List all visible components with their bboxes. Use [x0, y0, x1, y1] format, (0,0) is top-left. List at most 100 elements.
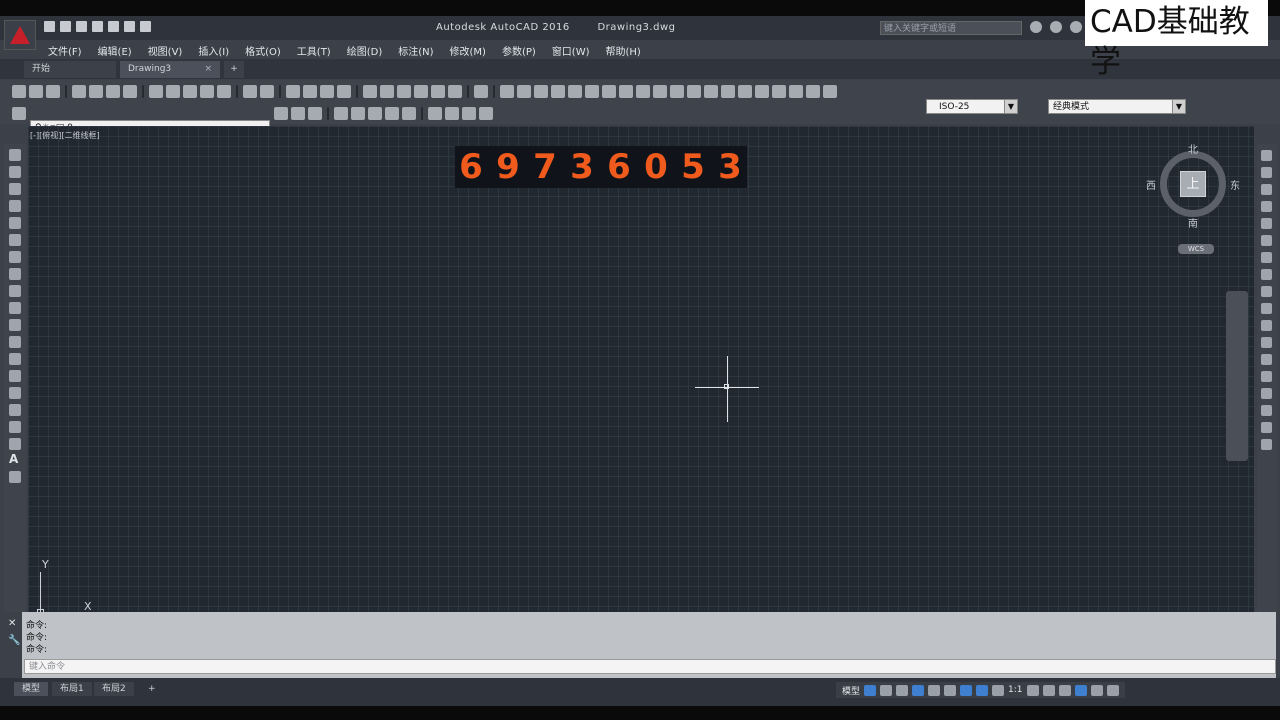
- help-tool-icon[interactable]: [474, 85, 488, 98]
- layer-change-icon[interactable]: [445, 107, 459, 120]
- grid-icon[interactable]: [864, 684, 877, 696]
- match-properties-icon[interactable]: [217, 85, 231, 98]
- hardware-acceleration-icon[interactable]: [1074, 684, 1087, 696]
- menu-format[interactable]: 格式(O): [237, 40, 289, 58]
- jogged-dim-icon[interactable]: [585, 85, 599, 98]
- polyline-icon[interactable]: [9, 183, 21, 195]
- tab-layout2[interactable]: 布局2: [94, 682, 134, 696]
- chevron-down-icon[interactable]: ▼: [1004, 100, 1017, 113]
- mirror-icon[interactable]: [1261, 184, 1272, 195]
- 3d-print-icon[interactable]: [123, 85, 137, 98]
- save-tool-icon[interactable]: [46, 85, 60, 98]
- layer-off-icon[interactable]: [385, 107, 399, 120]
- add-layout-button[interactable]: +: [140, 682, 164, 696]
- ordinate-dim-icon[interactable]: [551, 85, 565, 98]
- viewport-controls[interactable]: [-][俯视][二维线框]: [30, 130, 100, 141]
- insert-block-icon[interactable]: [9, 336, 21, 348]
- compass-north[interactable]: 北: [1188, 141, 1198, 156]
- publish-icon[interactable]: [106, 85, 120, 98]
- close-tab-icon[interactable]: ×: [204, 61, 212, 78]
- arc-length-icon[interactable]: [534, 85, 548, 98]
- inspect-icon[interactable]: [755, 85, 769, 98]
- menu-modify[interactable]: 修改(M): [442, 40, 494, 58]
- chamfer-icon[interactable]: [1261, 388, 1272, 399]
- move-icon[interactable]: [1261, 235, 1272, 246]
- make-block-icon[interactable]: [9, 353, 21, 365]
- preview-icon[interactable]: [89, 85, 103, 98]
- workspace-dropdown[interactable]: 经典模式 ▼: [1048, 99, 1186, 114]
- menu-view[interactable]: 视图(V): [140, 40, 191, 58]
- menu-draw[interactable]: 绘图(D): [339, 40, 391, 58]
- scale-icon[interactable]: [1261, 269, 1272, 280]
- tab-start[interactable]: 开始: [24, 61, 116, 78]
- redo-icon[interactable]: [140, 21, 151, 32]
- close-icon[interactable]: ✕: [8, 618, 22, 629]
- auto-scale-icon[interactable]: [992, 684, 1005, 696]
- chevron-down-icon[interactable]: ▼: [1172, 100, 1185, 113]
- angular-dim-icon[interactable]: [619, 85, 633, 98]
- properties-icon[interactable]: [363, 85, 377, 98]
- copy-base-icon[interactable]: [183, 85, 197, 98]
- snap-icon[interactable]: [880, 684, 893, 696]
- multiline-text-icon[interactable]: A: [9, 452, 26, 466]
- object-snap-icon[interactable]: [960, 684, 973, 696]
- construction-line-icon[interactable]: [9, 166, 21, 178]
- sheet-set-icon[interactable]: [414, 85, 428, 98]
- offset-icon[interactable]: [1261, 201, 1272, 212]
- customization-menu-icon[interactable]: [1106, 684, 1119, 696]
- hatch-icon[interactable]: [9, 387, 21, 399]
- plot-icon[interactable]: [72, 85, 86, 98]
- ellipse-icon[interactable]: [9, 302, 21, 314]
- calculator-icon[interactable]: [448, 85, 462, 98]
- annotation-visibility-icon[interactable]: [976, 684, 989, 696]
- command-input[interactable]: 键入命令: [24, 659, 1276, 674]
- isodraft-icon[interactable]: [928, 684, 941, 696]
- center-mark-icon[interactable]: [738, 85, 752, 98]
- layer-unisolate-icon[interactable]: [351, 107, 365, 120]
- region-icon[interactable]: [9, 421, 21, 433]
- wrench-icon[interactable]: 🔧: [8, 635, 22, 646]
- object-snap-tracking-icon[interactable]: [944, 684, 957, 696]
- open-icon[interactable]: [29, 85, 43, 98]
- tab-layout1[interactable]: 布局1: [52, 682, 92, 696]
- spline-icon[interactable]: [9, 285, 21, 297]
- copy-icon[interactable]: [166, 85, 180, 98]
- layer-isolate-icon[interactable]: [334, 107, 348, 120]
- break-icon[interactable]: [1261, 354, 1272, 365]
- qnew-icon[interactable]: [12, 85, 26, 98]
- annotation-scale[interactable]: 1:1: [1008, 685, 1022, 695]
- copy-object-icon[interactable]: [1261, 167, 1272, 178]
- tab-model[interactable]: 模型: [14, 682, 49, 696]
- layer-delete-icon[interactable]: [479, 107, 493, 120]
- model-space-toggle[interactable]: 模型: [842, 684, 860, 697]
- new-tab-button[interactable]: +: [224, 61, 244, 78]
- rotate-icon[interactable]: [1261, 252, 1272, 263]
- erase-icon[interactable]: [1261, 150, 1272, 161]
- wcs-menu[interactable]: WCS: [1178, 244, 1214, 254]
- make-current-icon[interactable]: [274, 107, 288, 120]
- dim-text-edit-icon[interactable]: [806, 85, 820, 98]
- add-selected-icon[interactable]: [9, 471, 21, 483]
- undo-tool-icon[interactable]: [243, 85, 257, 98]
- tool-palettes-icon[interactable]: [397, 85, 411, 98]
- layer-lock-icon[interactable]: [402, 107, 416, 120]
- application-menu-button[interactable]: [4, 20, 36, 50]
- dimstyle-dropdown[interactable]: ISO-25 ▼: [926, 99, 1018, 114]
- arc-icon[interactable]: [9, 234, 21, 246]
- pan-icon[interactable]: [286, 85, 300, 98]
- viewcube-top-face[interactable]: 上: [1180, 171, 1206, 197]
- design-center-icon[interactable]: [380, 85, 394, 98]
- zoom-window-icon[interactable]: [320, 85, 334, 98]
- layer-states-icon[interactable]: [308, 107, 322, 120]
- help-search-input[interactable]: 键入关键字或短语: [880, 21, 1022, 35]
- tab-drawing3[interactable]: Drawing3 ×: [120, 61, 220, 78]
- exchange-icon[interactable]: [1050, 21, 1062, 33]
- line-icon[interactable]: [9, 149, 21, 161]
- baseline-dim-icon[interactable]: [653, 85, 667, 98]
- dim-edit-icon[interactable]: [789, 85, 803, 98]
- layer-previous-icon[interactable]: [291, 107, 305, 120]
- polygon-icon[interactable]: [9, 200, 21, 212]
- redo-tool-icon[interactable]: [260, 85, 274, 98]
- revision-cloud-icon[interactable]: [9, 268, 21, 280]
- ellipse-arc-icon[interactable]: [9, 319, 21, 331]
